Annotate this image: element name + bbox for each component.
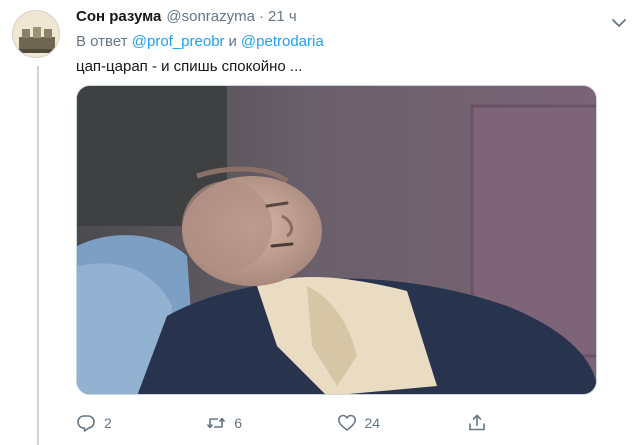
- like-button[interactable]: 24: [337, 413, 467, 433]
- mention-link[interactable]: @petrodaria: [241, 33, 324, 50]
- mention-link[interactable]: @prof_preobr: [132, 33, 225, 50]
- tweet-photo[interactable]: [76, 85, 597, 395]
- reply-context: В ответ @prof_preobr и @petrodaria: [76, 31, 630, 53]
- avatar[interactable]: [12, 10, 60, 58]
- thread-line: [37, 66, 39, 445]
- tweet-body: Сон разума @sonrazyma · 21 ч В ответ @pr…: [76, 8, 630, 78]
- share-icon: [468, 414, 485, 431]
- like-count: 24: [364, 415, 381, 431]
- separator-dot: ·: [258, 8, 264, 25]
- photo-sleeping-man: [77, 86, 596, 394]
- reply-conjunction: и: [228, 33, 237, 50]
- display-name[interactable]: Сон разума: [76, 8, 161, 25]
- retweet-icon: [207, 417, 226, 429]
- share-button[interactable]: [467, 413, 597, 433]
- user-handle[interactable]: @sonrazyma: [166, 8, 255, 25]
- avatar-image: [13, 11, 59, 57]
- caret-down-icon[interactable]: [608, 12, 630, 34]
- like-icon: [337, 414, 356, 431]
- retweet-button[interactable]: 6: [206, 413, 336, 433]
- tweet-header: Сон разума @sonrazyma · 21 ч: [76, 8, 630, 30]
- timestamp[interactable]: 21 ч: [268, 8, 297, 25]
- tweet-actions: 2 6 24: [76, 410, 597, 436]
- tweet-text: цап-царап - и спишь спокойно ...: [76, 58, 303, 75]
- reply-button[interactable]: 2: [76, 413, 206, 433]
- reply-count: 2: [104, 415, 112, 431]
- reply-icon: [77, 415, 95, 432]
- retweet-count: 6: [234, 415, 243, 431]
- reply-prefix: В ответ: [76, 33, 128, 50]
